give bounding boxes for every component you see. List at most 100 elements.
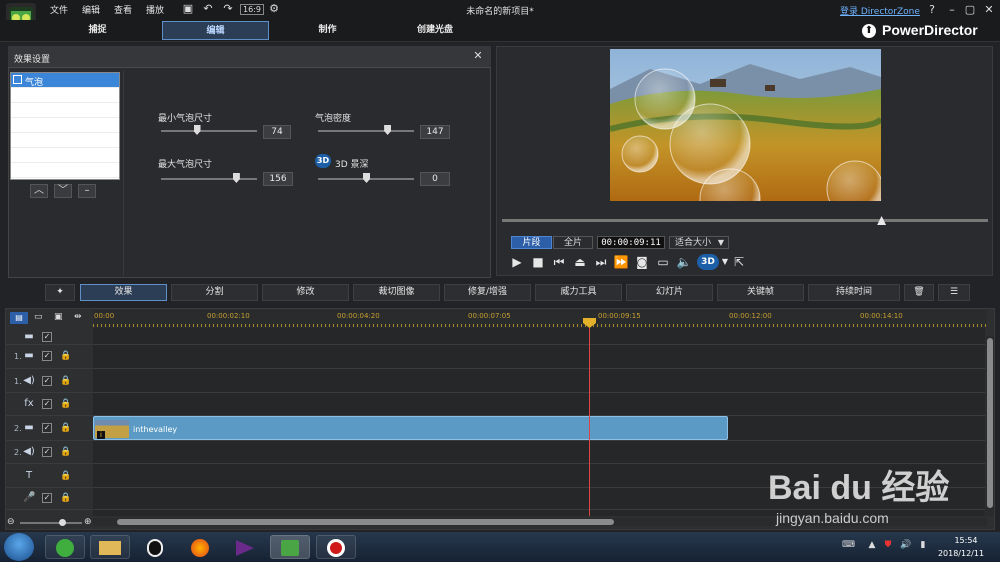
tray-volume-icon[interactable]: 🔊 xyxy=(900,540,912,552)
crop-image-button[interactable]: 裁切图像 xyxy=(353,284,440,301)
volume-icon[interactable]: 🔈 xyxy=(676,254,692,270)
track-lock-icon[interactable]: 🔒 xyxy=(60,471,71,481)
3d-depth-value[interactable]: 0 xyxy=(420,172,450,186)
track-enable-checkbox[interactable]: ✓ xyxy=(42,351,52,361)
tab-capture[interactable]: 捕捉 xyxy=(50,21,145,40)
minimize-icon[interactable]: – xyxy=(944,2,960,18)
magic-tool-button[interactable]: ✦ xyxy=(45,284,75,301)
track-enable-checkbox[interactable]: ✓ xyxy=(42,493,52,503)
clock-date[interactable]: 2018/12/11 xyxy=(932,549,990,558)
timeline-view-icon[interactable]: ▤ xyxy=(10,312,28,324)
menu-file[interactable]: 文件 xyxy=(50,3,68,16)
tray-network-icon[interactable]: ▮ xyxy=(917,540,929,552)
settings-gear-icon[interactable]: ⚙ xyxy=(268,3,280,15)
zoom-timeline-icon[interactable]: ▣ xyxy=(54,312,63,322)
track-enable-checkbox[interactable]: ✓ xyxy=(42,399,52,409)
tab-clip-mode[interactable]: 片段 xyxy=(511,236,552,249)
track-manager-icon[interactable]: ☰ xyxy=(938,284,970,301)
horizontal-scroll-thumb[interactable] xyxy=(117,519,614,525)
effect-button[interactable]: 效果 xyxy=(80,284,167,301)
snapshot-camera-icon[interactable]: ◙ xyxy=(634,254,650,270)
3d-mode-icon[interactable]: 3D xyxy=(697,254,719,270)
track-lock-icon[interactable]: 🔒 xyxy=(60,493,71,503)
tray-keyboard-icon[interactable]: ⌨ xyxy=(842,540,855,552)
timeline-zoom-thumb[interactable] xyxy=(59,519,66,526)
split-button[interactable]: 分割 xyxy=(171,284,258,301)
max-bubble-size-slider[interactable] xyxy=(161,178,257,180)
undo-icon[interactable]: ↶ xyxy=(202,3,214,15)
menu-edit[interactable]: 编辑 xyxy=(82,3,100,16)
external-display-icon[interactable]: ▭ xyxy=(655,254,671,270)
taskbar-firefox-icon[interactable] xyxy=(180,535,220,559)
track-lock-icon[interactable]: 🔒 xyxy=(60,447,71,457)
effect-enable-checkbox[interactable] xyxy=(13,75,22,84)
fix-enhance-button[interactable]: 修复/增强 xyxy=(444,284,531,301)
save-icon[interactable]: ▣ xyxy=(182,3,194,15)
undock-window-icon[interactable]: ⇱ xyxy=(731,254,747,270)
storyboard-view-icon[interactable]: ▭ xyxy=(34,312,43,322)
redo-icon[interactable]: ↷ xyxy=(222,3,234,15)
delete-trash-icon[interactable]: 🗑 xyxy=(904,284,934,301)
track-lock-icon[interactable]: 🔒 xyxy=(60,423,71,433)
maximize-icon[interactable]: ▢ xyxy=(962,2,978,18)
stop-icon[interactable]: ■ xyxy=(530,254,546,270)
track-enable-checkbox[interactable]: ✓ xyxy=(42,332,52,342)
start-button-icon[interactable] xyxy=(4,533,34,561)
help-icon[interactable]: ? xyxy=(924,2,940,18)
effect-list[interactable]: 气泡 xyxy=(10,72,120,180)
prev-frame-icon[interactable]: ⏮ xyxy=(551,254,567,270)
track-lock-icon[interactable]: 🔒 xyxy=(60,376,71,386)
track-enable-checkbox[interactable]: ✓ xyxy=(42,376,52,386)
min-bubble-size-value[interactable]: 74 xyxy=(263,125,291,139)
fit-timeline-icon[interactable]: ⇹ xyxy=(74,312,82,322)
play-icon[interactable]: ▶ xyxy=(509,254,525,270)
tab-edit[interactable]: 编辑 xyxy=(162,21,269,40)
login-link[interactable]: 登录 DirectorZone xyxy=(840,4,920,17)
slideshow-button[interactable]: 幻灯片 xyxy=(626,284,713,301)
video-clip[interactable] xyxy=(93,416,728,440)
track-lock-icon[interactable]: 🔒 xyxy=(60,399,71,409)
min-bubble-size-slider[interactable] xyxy=(161,130,257,132)
taskbar-powerdirector-icon[interactable] xyxy=(270,535,310,559)
keyframe-button[interactable]: 关键帧 xyxy=(717,284,804,301)
menu-play[interactable]: 播放 xyxy=(146,3,164,16)
clock-time[interactable]: 15:54 xyxy=(946,536,986,545)
close-panel-icon[interactable]: ✕ xyxy=(472,50,484,62)
taskbar-recorder-icon[interactable] xyxy=(316,535,356,559)
zoom-fit-select[interactable]: 适合大小 ▼ xyxy=(669,236,729,249)
menu-view[interactable]: 查看 xyxy=(114,3,132,16)
bubble-density-value[interactable]: 147 xyxy=(420,125,450,139)
taskbar-media-icon[interactable] xyxy=(225,535,265,559)
vertical-scroll-thumb[interactable] xyxy=(987,338,993,508)
taskbar-qq-icon[interactable] xyxy=(135,535,175,559)
close-icon[interactable]: ✕ xyxy=(981,2,997,18)
split-marker-icon[interactable]: ⏏ xyxy=(572,254,588,270)
duration-button[interactable]: 持续时间 xyxy=(808,284,900,301)
tray-security-icon[interactable]: ⛊ xyxy=(882,540,894,552)
bubble-density-slider[interactable] xyxy=(318,130,414,132)
fast-forward-icon[interactable]: ⏩ xyxy=(613,254,629,270)
aspect-ratio-badge[interactable]: 16:9 xyxy=(240,4,264,15)
modify-button[interactable]: 修改 xyxy=(262,284,349,301)
preview-scrub-bar[interactable] xyxy=(502,219,988,222)
max-bubble-size-value[interactable]: 156 xyxy=(263,172,293,186)
timeline-zoom-slider[interactable] xyxy=(20,522,82,524)
track-lock-icon[interactable]: 🔒 xyxy=(60,351,71,361)
zoom-in-icon[interactable]: ⊕ xyxy=(84,517,92,527)
move-down-button[interactable]: ﹀ xyxy=(54,184,72,198)
remove-effect-button[interactable]: – xyxy=(78,184,96,198)
taskbar-360-icon[interactable] xyxy=(45,535,85,559)
list-item[interactable]: 气泡 xyxy=(11,73,119,88)
tray-arrow-icon[interactable]: ▲ xyxy=(866,540,878,552)
taskbar-explorer-icon[interactable] xyxy=(90,535,130,559)
track-enable-checkbox[interactable]: ✓ xyxy=(42,447,52,457)
next-frame-icon[interactable]: ⏭ xyxy=(593,254,609,270)
tab-produce[interactable]: 制作 xyxy=(280,21,375,40)
tab-create-disc[interactable]: 创建光盘 xyxy=(385,21,485,40)
timecode-display[interactable]: 00:00:09:11 xyxy=(597,236,665,249)
move-up-button[interactable]: ︿ xyxy=(30,184,48,198)
zoom-out-icon[interactable]: ⊖ xyxy=(7,517,15,527)
track-enable-checkbox[interactable]: ✓ xyxy=(42,423,52,433)
upload-icon[interactable]: ⬆ xyxy=(862,24,876,38)
power-tools-button[interactable]: 威力工具 xyxy=(535,284,622,301)
